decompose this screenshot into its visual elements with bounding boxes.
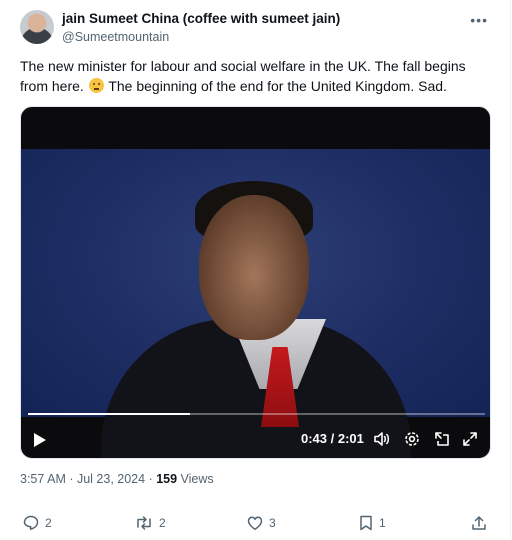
reply-icon: [22, 514, 40, 532]
views-label: Views: [177, 472, 214, 486]
tweet-timestamp[interactable]: 3:57 AM · Jul 23, 2024: [20, 472, 145, 486]
tweet-text: The new minister for labour and social w…: [20, 56, 490, 96]
repost-button[interactable]: 2: [134, 512, 166, 534]
tweet-text-part2: The beginning of the end for the United …: [108, 78, 447, 94]
play-icon[interactable]: [34, 433, 46, 447]
like-button[interactable]: 3: [246, 512, 276, 534]
reply-button[interactable]: 2: [22, 512, 52, 534]
share-icon: [470, 514, 488, 532]
tweet-card: jain Sumeet China (coffee with sumeet ja…: [0, 0, 511, 540]
bookmark-icon: [358, 514, 374, 532]
bookmark-button[interactable]: 1: [358, 512, 386, 534]
settings-gear-icon[interactable]: [403, 430, 421, 448]
author-display-name[interactable]: jain Sumeet China (coffee with sumeet ja…: [62, 10, 340, 27]
tweet-meta: 3:57 AM · Jul 23, 2024 · 159 Views: [20, 472, 214, 486]
video-progress-fill: [28, 413, 191, 415]
reply-count: 2: [45, 516, 52, 530]
video-controls: 0:43 / 2:01: [21, 423, 490, 458]
avatar[interactable]: [20, 10, 54, 44]
views-count: 159: [156, 472, 178, 486]
tweet-header: jain Sumeet China (coffee with sumeet ja…: [20, 10, 494, 46]
repost-icon: [134, 514, 154, 532]
like-icon: [246, 514, 264, 532]
thinking-face-emoji-icon: [88, 78, 104, 93]
meta-separator: ·: [145, 472, 157, 486]
like-count: 3: [269, 516, 276, 530]
video-progress-bar[interactable]: [28, 413, 485, 415]
pip-icon[interactable]: [433, 430, 451, 448]
bookmark-count: 1: [379, 516, 386, 530]
tweet-actions: 2 2 3 1: [20, 512, 492, 534]
share-button[interactable]: [470, 512, 488, 534]
video-player[interactable]: 0:43 / 2:01: [20, 106, 491, 459]
video-frame[interactable]: [21, 149, 490, 458]
video-time: 0:43 / 2:01: [301, 431, 364, 446]
volume-icon[interactable]: [373, 430, 391, 448]
more-icon[interactable]: •••: [470, 12, 488, 28]
author-block: jain Sumeet China (coffee with sumeet ja…: [62, 10, 340, 45]
video-subject-head: [199, 195, 309, 340]
repost-count: 2: [159, 516, 166, 530]
fullscreen-icon[interactable]: [461, 430, 479, 448]
author-handle[interactable]: @Sumeetmountain: [62, 29, 340, 45]
